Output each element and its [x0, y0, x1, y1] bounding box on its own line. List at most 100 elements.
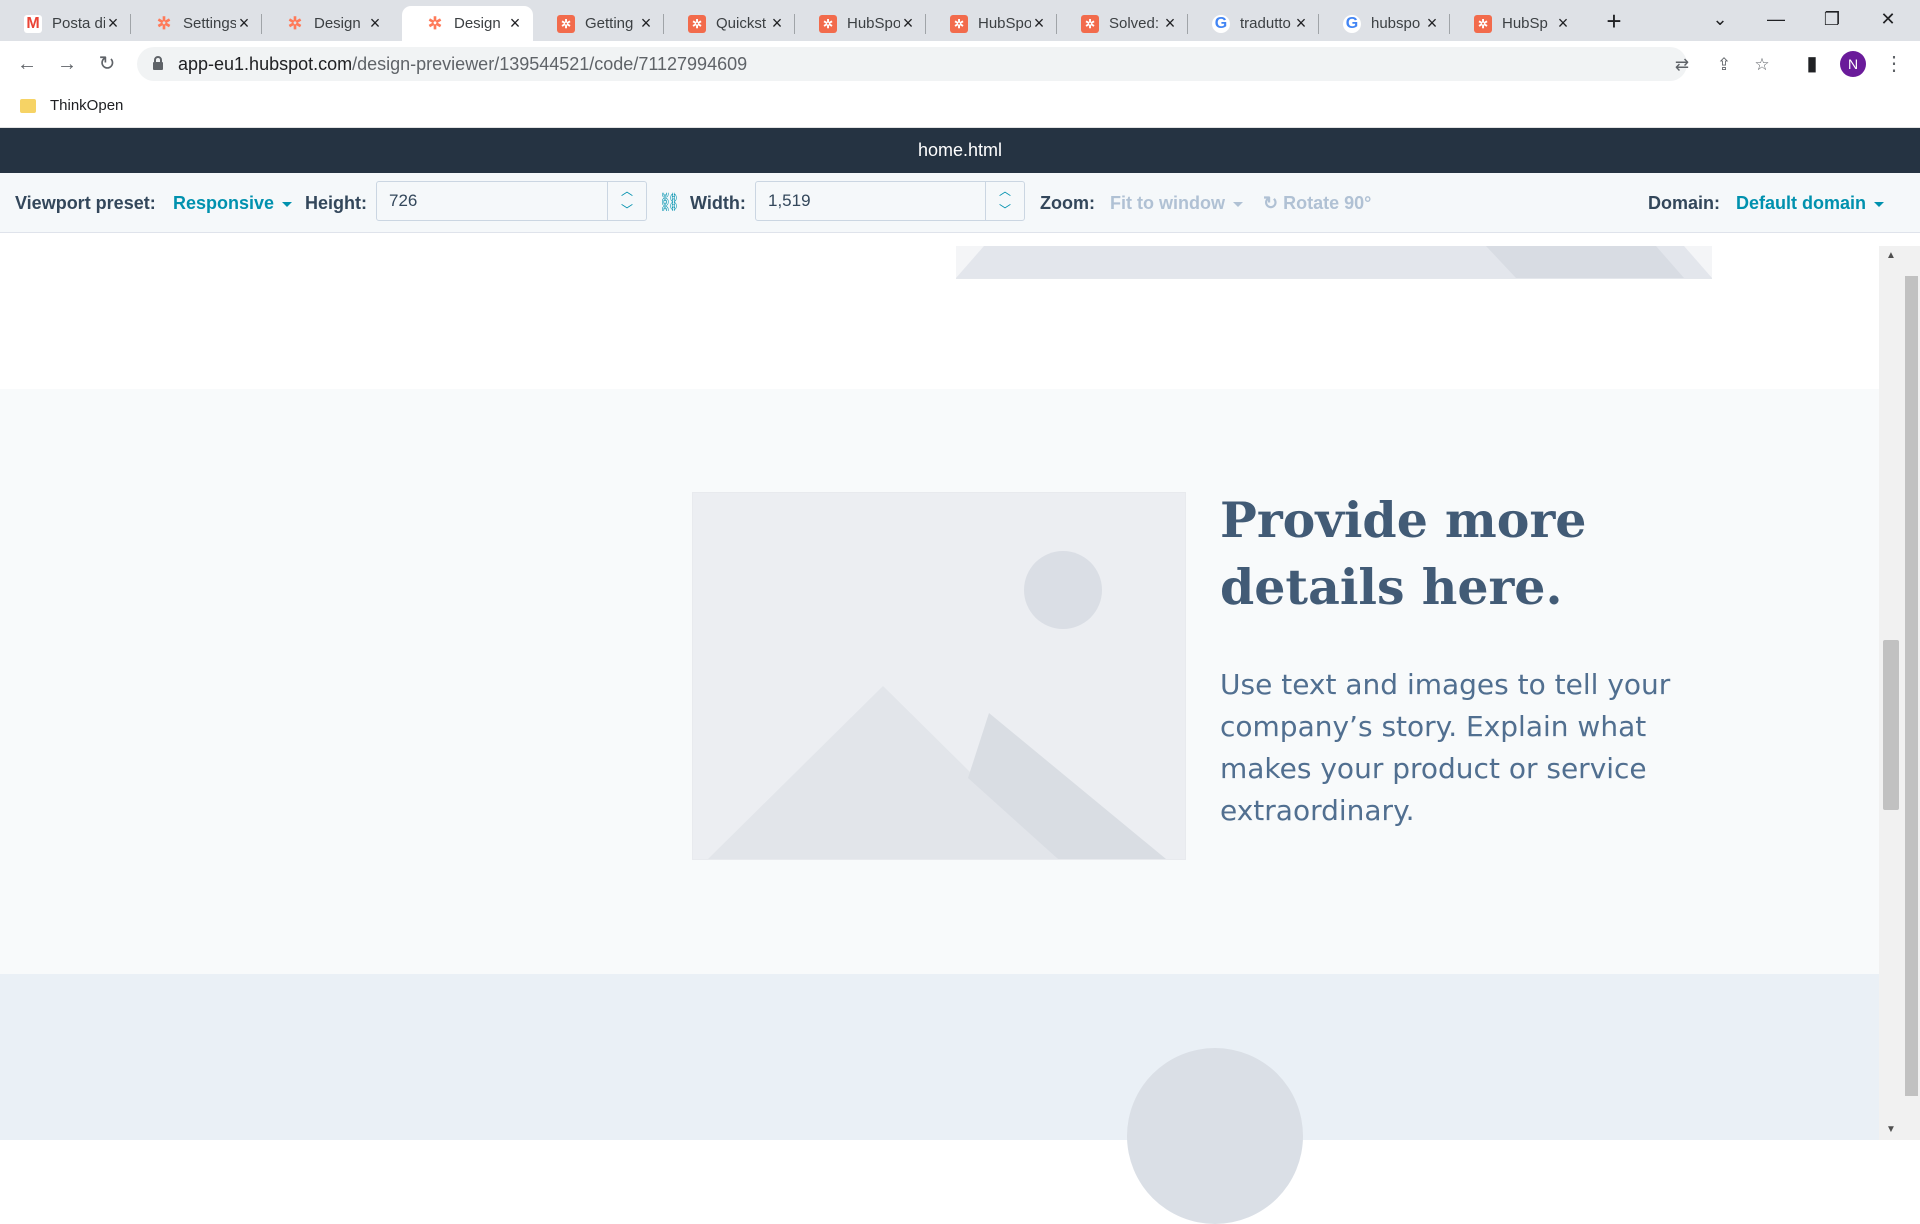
page-scroll-thumb[interactable] [1905, 276, 1918, 1096]
tab-title: Posta di [52, 15, 105, 32]
browser-tab-active[interactable]: ✲ Design × [402, 6, 533, 41]
side-panel-icon[interactable]: ▮ [1797, 49, 1827, 79]
height-field[interactable]: ︿ ﹀ [376, 181, 647, 221]
close-icon[interactable]: × [105, 13, 121, 34]
width-field[interactable]: ︿ ﹀ [755, 181, 1025, 221]
bookmark-star-icon[interactable]: ☆ [1751, 54, 1773, 76]
mountain-icon [956, 246, 1712, 278]
image-placeholder [692, 492, 1186, 860]
height-stepper[interactable]: ︿ ﹀ [607, 182, 646, 220]
hubspot-square-icon: ✲ [819, 14, 837, 33]
close-icon[interactable]: × [1555, 13, 1571, 34]
minimize-icon[interactable]: — [1748, 0, 1804, 41]
restore-icon[interactable]: ❐ [1804, 0, 1860, 41]
rotate-button[interactable]: ↻ Rotate 90° [1263, 193, 1371, 214]
bookmarks-bar: ThinkOpen [0, 87, 1920, 128]
chevron-up-icon[interactable]: ︿ [608, 182, 646, 201]
browser-tab[interactable]: ✲ Solved: × [1057, 6, 1188, 41]
tab-search-icon[interactable]: ⌄ [1692, 0, 1748, 41]
forward-icon[interactable]: → [52, 49, 82, 79]
domain-dropdown[interactable]: Default domain [1736, 193, 1885, 214]
close-icon[interactable]: × [1162, 13, 1178, 34]
browser-tab[interactable]: ✲ Settings × [131, 6, 262, 41]
folder-icon [20, 98, 36, 113]
viewport-dropdown[interactable]: Responsive [173, 193, 293, 214]
browser-tab[interactable]: ✲ Getting × [533, 6, 664, 41]
image-placeholder-top [956, 246, 1712, 279]
hubspot-square-icon: ✲ [557, 14, 575, 33]
preview-scrollbar[interactable]: ▲ ▼ [1879, 246, 1903, 1140]
bookmark-folder[interactable]: ThinkOpen [20, 97, 123, 114]
lock-icon [153, 56, 163, 70]
share-icon[interactable]: ⇪ [1713, 54, 1735, 76]
bookmark-label: ThinkOpen [50, 97, 124, 114]
back-icon[interactable]: ← [12, 49, 42, 79]
viewport-value: Responsive [173, 193, 275, 213]
reload-icon[interactable]: ↻ [92, 49, 122, 79]
url-text: app-eu1.hubspot.com/design-previewer/139… [178, 54, 747, 75]
profile-avatar[interactable]: N [1840, 51, 1866, 77]
close-icon[interactable]: × [900, 13, 916, 34]
browser-tab[interactable]: ✲ HubSp × [1450, 6, 1581, 41]
browser-menu-icon[interactable]: ⋮ [1884, 51, 1904, 76]
new-tab-button[interactable]: + [1598, 6, 1630, 38]
browser-toolbar: ← → ↻ app-eu1.hubspot.com/design-preview… [0, 41, 1920, 87]
address-bar[interactable]: app-eu1.hubspot.com/design-previewer/139… [137, 47, 1770, 81]
chevron-down-icon[interactable]: ﹀ [608, 201, 646, 220]
tab-title: HubSpo [978, 15, 1031, 32]
section-body: Use text and images to tell your company… [1220, 668, 1671, 827]
image-placeholder-icon [708, 551, 1166, 859]
browser-tab[interactable]: ✲ Quickst × [664, 6, 795, 41]
zoom-dropdown[interactable]: Fit to window [1110, 193, 1243, 214]
hubspot-square-icon: ✲ [688, 14, 706, 33]
google-icon: G [1212, 14, 1230, 33]
width-input[interactable] [756, 182, 986, 220]
close-icon[interactable]: × [638, 13, 654, 34]
tab-title: Quickst [716, 15, 767, 32]
scroll-down-icon[interactable]: ▼ [1879, 1120, 1903, 1140]
page-section-top [0, 246, 1879, 389]
chevron-up-icon[interactable]: ︿ [986, 182, 1024, 201]
close-icon[interactable]: × [507, 13, 523, 34]
page-scrollbar[interactable] [1903, 246, 1920, 1140]
browser-tab[interactable]: ✲ HubSpo × [926, 6, 1057, 41]
browser-tab[interactable]: G hubspo × [1319, 6, 1450, 41]
close-icon[interactable]: × [1031, 13, 1047, 34]
caret-down-icon [282, 201, 293, 207]
tab-title: Design [314, 15, 361, 32]
chevron-down-icon[interactable]: ﹀ [986, 201, 1024, 220]
google-icon: G [1343, 14, 1361, 33]
caret-down-icon [1874, 201, 1885, 207]
rotate-icon: ↻ [1263, 193, 1279, 213]
close-icon[interactable]: × [1293, 13, 1309, 34]
tab-title: Design [454, 15, 501, 32]
hubspot-square-icon: ✲ [1474, 14, 1492, 33]
close-icon[interactable]: × [236, 13, 252, 34]
browser-tab[interactable]: ✲ HubSpo × [795, 6, 926, 41]
scroll-thumb[interactable] [1883, 640, 1899, 810]
domain-label: Domain: [1648, 193, 1720, 213]
previewer-title-bar: home.html [0, 128, 1920, 173]
tab-title: Getting [585, 15, 634, 32]
height-input[interactable] [377, 182, 608, 220]
width-stepper[interactable]: ︿ ﹀ [985, 182, 1024, 220]
browser-tab[interactable]: G tradutto × [1188, 6, 1319, 41]
close-icon[interactable]: × [367, 13, 383, 34]
domain-value: Default domain [1736, 193, 1867, 213]
window-close-icon[interactable]: ✕ [1860, 0, 1916, 41]
close-icon[interactable]: × [769, 13, 785, 34]
tab-title: Settings [183, 15, 236, 32]
tab-title: HubSpo [847, 15, 900, 32]
browser-tab[interactable]: M Posta di × [0, 6, 131, 41]
tab-title: HubSp [1502, 15, 1548, 32]
scroll-up-icon[interactable]: ▲ [1879, 246, 1903, 266]
close-icon[interactable]: × [1424, 13, 1440, 34]
browser-tab[interactable]: ✲ Design × [262, 6, 393, 41]
previewer-controls: Viewport preset: Responsive Height: ︿ ﹀ … [0, 173, 1920, 233]
hubspot-sprocket-icon: ✲ [287, 13, 303, 33]
link-dimensions-icon[interactable]: ⛓ [658, 192, 681, 212]
tab-title: tradutto [1240, 15, 1291, 32]
hubspot-sprocket-icon: ✲ [156, 13, 172, 33]
translate-icon[interactable]: ⇄ [1671, 54, 1693, 76]
width-label: Width: [690, 193, 746, 213]
